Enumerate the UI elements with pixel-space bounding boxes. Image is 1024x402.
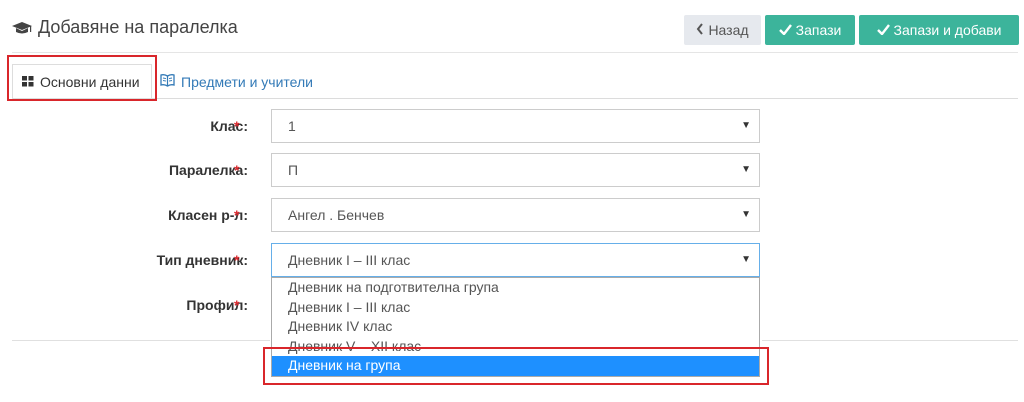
caret-down-icon: ▼ <box>741 120 751 131</box>
header-divider <box>12 52 1018 53</box>
save-button[interactable]: Запази <box>765 15 855 45</box>
save-button-label: Запази <box>795 22 842 38</box>
save-and-add-button[interactable]: Запази и добави <box>859 15 1019 45</box>
paralelka-select[interactable]: П ▼ <box>271 153 760 187</box>
class-teacher-select-value: Ангел . Бенчев <box>288 207 385 223</box>
required-mark: * <box>234 207 240 223</box>
page-title-text: Добавяне на паралелка <box>38 17 238 37</box>
page-header: Добавяне на паралелка Назад Запази Запаз… <box>0 0 1024 52</box>
caret-down-icon: ▼ <box>741 164 751 175</box>
dropdown-option[interactable]: Дневник IV клас <box>272 317 759 337</box>
class-select-value: 1 <box>288 118 296 134</box>
required-mark: * <box>234 118 240 134</box>
check-icon <box>876 22 890 38</box>
form-row-diary-type: Тип дневник: * Дневник I – III клас ▼ <box>0 243 1024 277</box>
tab-basic-data-label: Основни данни <box>40 73 140 90</box>
form-row-paralelka: Паралелка: * П ▼ <box>0 153 1024 187</box>
dropdown-option[interactable]: Дневник I – III клас <box>272 298 759 318</box>
tabs-divider <box>12 98 1018 99</box>
grid-icon <box>22 74 34 90</box>
diary-type-dropdown: Дневник на подготвителна група Дневник I… <box>271 277 760 377</box>
back-button[interactable]: Назад <box>684 15 761 45</box>
chevron-left-icon <box>696 22 704 38</box>
form-divider <box>762 340 1018 341</box>
tab-subjects-teachers-label: Предмети и учители <box>181 73 313 90</box>
required-mark: * <box>234 252 240 268</box>
dropdown-option[interactable]: Дневник V – XII клас <box>272 337 759 357</box>
diary-type-select[interactable]: Дневник I – III клас ▼ <box>271 243 760 277</box>
page-title: Добавяне на паралелка <box>12 17 238 38</box>
required-mark: * <box>234 162 240 178</box>
form-row-class-teacher: Класен р-л: * Ангел . Бенчев ▼ <box>0 198 1024 232</box>
back-button-label: Назад <box>708 22 749 38</box>
class-teacher-select[interactable]: Ангел . Бенчев ▼ <box>271 198 760 232</box>
dropdown-option[interactable]: Дневник на подготвителна група <box>272 278 759 298</box>
caret-down-icon: ▼ <box>741 254 751 265</box>
caret-down-icon: ▼ <box>741 209 751 220</box>
class-select[interactable]: 1 ▼ <box>271 109 760 143</box>
form-row-class: Клас: * 1 ▼ <box>0 109 1024 143</box>
required-mark: * <box>234 297 240 313</box>
book-icon <box>160 73 175 90</box>
tab-subjects-teachers[interactable]: Предмети и учители <box>160 64 330 99</box>
tab-basic-data[interactable]: Основни данни <box>12 64 152 99</box>
diary-type-select-value: Дневник I – III клас <box>288 252 411 268</box>
paralelka-select-value: П <box>288 162 299 178</box>
check-icon <box>778 22 792 38</box>
class-label: Клас: <box>210 118 248 134</box>
form-divider <box>12 340 270 341</box>
graduation-cap-icon <box>12 20 32 36</box>
dropdown-option-selected[interactable]: Дневник на група <box>272 356 759 376</box>
save-and-add-button-label: Запази и добави <box>893 22 1002 38</box>
